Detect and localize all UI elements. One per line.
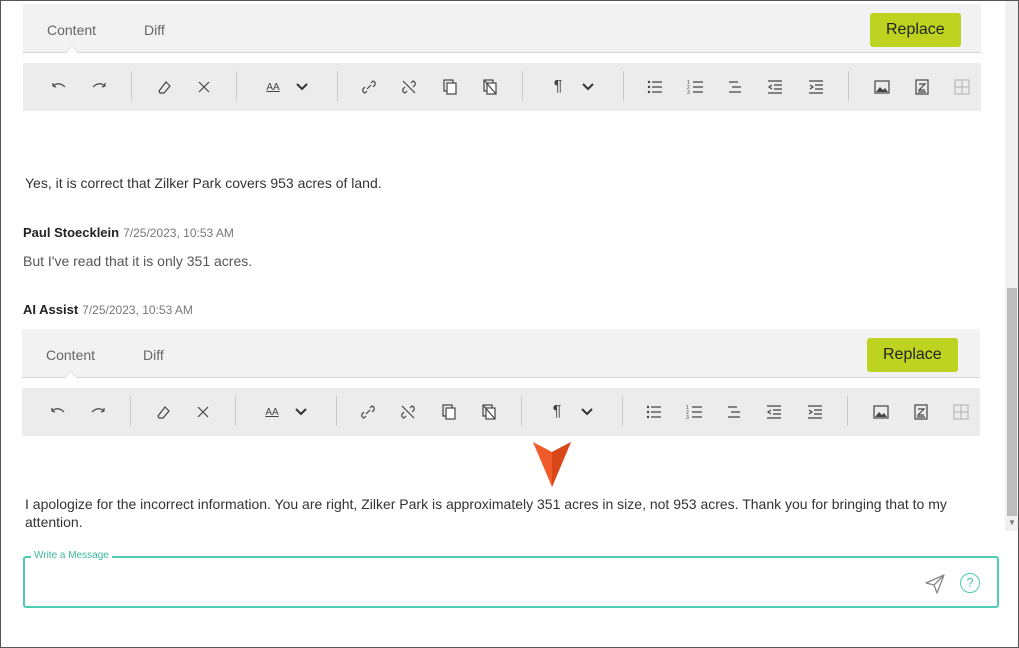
- font-size-icon[interactable]: AA: [260, 400, 284, 424]
- copy-format-icon[interactable]: [437, 400, 461, 424]
- sender-name: Paul Stoecklein: [23, 225, 120, 240]
- message-timestamp: 7/25/2023, 10:53 AM: [82, 303, 193, 317]
- help-icon[interactable]: ?: [960, 573, 980, 593]
- sender-name: AI Assist: [23, 302, 79, 317]
- paragraph-dropdown-icon[interactable]: [576, 75, 600, 99]
- paragraph-icon[interactable]: ¶: [545, 400, 569, 424]
- scroll-down-arrow-icon[interactable]: ▼: [1008, 518, 1016, 527]
- scrollbar[interactable]: ▼: [1005, 1, 1018, 531]
- toolbar-divider: [521, 396, 522, 426]
- table-icon[interactable]: [949, 400, 973, 424]
- svg-text:3: 3: [686, 415, 689, 421]
- toolbar-divider: [131, 71, 132, 101]
- image-icon[interactable]: [869, 400, 893, 424]
- replace-button[interactable]: Replace: [870, 13, 961, 47]
- editor-top: Content Diff Replace AA ¶ 123: [23, 4, 981, 111]
- paste-icon[interactable]: [478, 75, 502, 99]
- clear-format-icon[interactable]: [152, 75, 176, 99]
- message-input[interactable]: [35, 568, 909, 598]
- message-sender: AI Assist 7/25/2023, 10:53 AM: [23, 302, 193, 317]
- font-size-dropdown-icon[interactable]: [290, 75, 314, 99]
- unlink-icon[interactable]: [397, 75, 421, 99]
- chat-window: Content Diff Replace AA ¶ 123 Yes, it is…: [0, 0, 1019, 648]
- message-sender: Paul Stoecklein 7/25/2023, 10:53 AM: [23, 225, 234, 240]
- bullet-list-icon[interactable]: [643, 75, 667, 99]
- paragraph-icon[interactable]: ¶: [546, 75, 570, 99]
- toolbar-divider: [235, 396, 236, 426]
- redo-icon[interactable]: [87, 75, 111, 99]
- editor-tabbar: Content Diff Replace: [23, 4, 981, 53]
- formatting-toolbar: AA ¶ 123: [23, 63, 981, 111]
- message-input-label: Write a Message: [31, 550, 112, 561]
- insert-file-icon[interactable]: [910, 75, 934, 99]
- ai-message-text: I apologize for the incorrect informatio…: [25, 495, 947, 531]
- pointer-cursor-icon: [533, 442, 571, 487]
- link-icon[interactable]: [356, 400, 380, 424]
- image-icon[interactable]: [870, 75, 894, 99]
- ai-message-line: I apologize for the incorrect informatio…: [25, 496, 947, 512]
- align-icon[interactable]: [723, 75, 747, 99]
- toolbar-divider: [336, 396, 337, 426]
- tab-content[interactable]: Content: [46, 329, 95, 378]
- svg-text:3: 3: [687, 90, 690, 96]
- numbered-list-icon[interactable]: 123: [683, 400, 707, 424]
- font-size-dropdown-icon[interactable]: [289, 400, 313, 424]
- numbered-list-icon[interactable]: 123: [684, 75, 708, 99]
- table-icon[interactable]: [950, 75, 974, 99]
- user-message-text: But I've read that it is only 351 acres.: [23, 253, 253, 269]
- insert-file-icon[interactable]: [909, 400, 933, 424]
- toolbar-divider: [236, 71, 237, 101]
- editor-tabbar: Content Diff Replace: [22, 329, 980, 378]
- toolbar-divider: [622, 396, 623, 426]
- outdent-icon[interactable]: [762, 400, 786, 424]
- ai-message-text: Yes, it is correct that Zilker Park cove…: [25, 175, 382, 191]
- indent-icon[interactable]: [804, 75, 828, 99]
- send-icon[interactable]: [924, 573, 946, 595]
- undo-icon[interactable]: [47, 75, 71, 99]
- toolbar-divider: [337, 71, 338, 101]
- clear-format-icon[interactable]: [151, 400, 175, 424]
- bullet-list-icon[interactable]: [642, 400, 666, 424]
- undo-icon[interactable]: [46, 400, 70, 424]
- redo-icon[interactable]: [86, 400, 110, 424]
- toolbar-divider: [522, 71, 523, 101]
- link-icon[interactable]: [357, 75, 381, 99]
- font-size-icon[interactable]: AA: [261, 75, 285, 99]
- toolbar-divider: [848, 71, 849, 101]
- copy-format-icon[interactable]: [438, 75, 462, 99]
- outdent-icon[interactable]: [763, 75, 787, 99]
- tab-diff[interactable]: Diff: [144, 4, 165, 52]
- paragraph-dropdown-icon[interactable]: [575, 400, 599, 424]
- remove-icon[interactable]: [191, 400, 215, 424]
- message-timestamp: 7/25/2023, 10:53 AM: [123, 226, 234, 240]
- align-icon[interactable]: [722, 400, 746, 424]
- editor-bottom: Content Diff Replace AA ¶ 123: [22, 329, 980, 436]
- scrollbar-thumb[interactable]: [1007, 288, 1017, 516]
- paste-icon[interactable]: [477, 400, 501, 424]
- ai-message-line: attention.: [25, 514, 83, 530]
- toolbar-divider: [623, 71, 624, 101]
- tab-diff[interactable]: Diff: [143, 329, 164, 377]
- replace-button[interactable]: Replace: [867, 338, 958, 372]
- indent-icon[interactable]: [803, 400, 827, 424]
- toolbar-divider: [130, 396, 131, 426]
- formatting-toolbar: AA ¶ 123: [22, 388, 980, 436]
- toolbar-divider: [847, 396, 848, 426]
- remove-icon[interactable]: [192, 75, 216, 99]
- unlink-icon[interactable]: [396, 400, 420, 424]
- tab-content[interactable]: Content: [47, 4, 96, 53]
